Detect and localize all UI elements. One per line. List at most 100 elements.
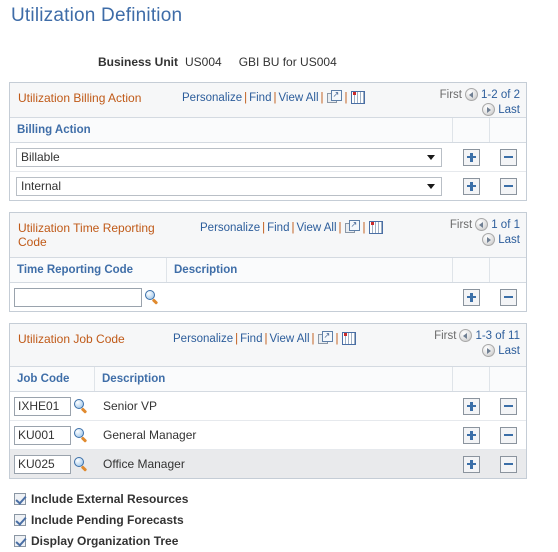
business-unit-description: GBI BU for US004 [238, 55, 337, 69]
link-separator: | [362, 222, 366, 234]
add-row-button[interactable] [463, 455, 480, 473]
delete-row-button[interactable] [499, 426, 517, 444]
link-separator: | [235, 333, 239, 345]
add-row-button[interactable] [463, 397, 480, 415]
cell-add [453, 392, 490, 420]
grid-action-links: Personalize | Find | View All | ↗ | [200, 220, 384, 234]
expand-icon-arrow: ↗ [350, 220, 358, 229]
cell-billing-action: Billable [10, 143, 453, 171]
cell-time-reporting-code [10, 283, 167, 311]
job-code-input[interactable]: KU001 [14, 425, 71, 445]
column-header-delete [490, 367, 526, 391]
delete-row-button[interactable] [499, 288, 517, 306]
add-row-button[interactable] [463, 426, 480, 444]
column-header-billing-action: Billing Action [10, 118, 453, 142]
column-header-row: Time Reporting Code Description [10, 258, 526, 283]
cell-job-code: IXHE01 [10, 392, 95, 420]
link-separator: | [273, 92, 277, 104]
job-code-input[interactable]: KU025 [14, 454, 71, 474]
grid-utilization-time-reporting-code: Utilization Time Reporting Code Personal… [9, 212, 527, 312]
magnifier-handle [81, 407, 88, 414]
job-code-input[interactable]: IXHE01 [14, 396, 71, 416]
find-link[interactable]: Find [267, 222, 289, 234]
billing-action-select[interactable]: Billable [16, 147, 442, 167]
billing-action-select[interactable]: Internal [16, 176, 442, 196]
view-all-link[interactable]: View All [278, 92, 318, 104]
grid-action-links: Personalize | Find | View All | ↗ | [182, 90, 366, 104]
column-header-add [453, 258, 490, 282]
column-header-job-code: Job Code [10, 367, 95, 391]
find-link[interactable]: Find [249, 92, 271, 104]
link-separator: | [320, 92, 324, 104]
checkbox-label: Include External Resources [31, 491, 189, 506]
download-to-spreadsheet-icon[interactable] [368, 221, 383, 234]
first-label: First [439, 89, 462, 101]
download-to-spreadsheet-icon[interactable] [350, 91, 365, 104]
next-arrow-icon[interactable] [482, 233, 496, 246]
last-link[interactable]: Last [498, 104, 520, 116]
table-row [10, 283, 526, 311]
expand-icon-arrow: ↗ [323, 331, 331, 340]
checkbox-label: Display Organization Tree [31, 533, 179, 548]
row-range: 1-3 of 11 [475, 330, 520, 342]
delete-row-button[interactable] [499, 148, 517, 166]
grid-utilization-job-code: Utilization Job Code Personalize | Find | Vi… [9, 323, 527, 479]
cell-job-code: KU025 [10, 450, 95, 478]
previous-arrow-icon[interactable] [465, 88, 478, 101]
column-header-description: Description [167, 258, 453, 282]
add-row-button[interactable] [463, 177, 480, 195]
next-arrow-icon[interactable] [482, 344, 496, 357]
cell-delete [490, 450, 526, 478]
magnifier-lookup-icon[interactable] [145, 290, 159, 305]
expand-window-icon[interactable]: ↗ [317, 331, 333, 345]
checkbox-row-include-pending-forecasts[interactable]: Include Pending Forecasts [14, 510, 414, 529]
next-arrow-icon[interactable] [482, 103, 496, 116]
pager-last-line: Last [400, 233, 520, 248]
spreadsheet-icon-marker [343, 333, 347, 336]
page-title: Utilization Definition [11, 5, 183, 26]
column-header-add [453, 118, 490, 142]
table-row: KU001 General Manager [10, 421, 526, 450]
grid-header: Utilization Job Code Personalize | Find | Vi… [10, 324, 526, 367]
view-all-link[interactable]: View All [269, 333, 309, 345]
chevron-down-icon [427, 155, 435, 160]
business-unit-row: Business Unit US004 GBI BU for US004 [0, 55, 558, 69]
time-reporting-code-input[interactable] [14, 287, 142, 307]
checkbox-display-organization-tree[interactable] [14, 534, 26, 547]
last-link[interactable]: Last [498, 234, 520, 246]
chevron-down-icon [427, 184, 435, 189]
personalize-link[interactable]: Personalize [200, 222, 260, 234]
link-separator: | [262, 222, 266, 234]
expand-window-icon[interactable]: ↗ [326, 90, 342, 104]
grid-title: Utilization Time Reporting Code [18, 221, 155, 249]
checkbox-row-display-organization-tree[interactable]: Display Organization Tree [14, 531, 414, 550]
view-all-link[interactable]: View All [296, 222, 336, 234]
previous-arrow-icon[interactable] [459, 329, 473, 342]
expand-window-icon[interactable]: ↗ [344, 220, 360, 234]
previous-arrow-icon[interactable] [475, 218, 489, 231]
magnifier-lookup-icon[interactable] [74, 428, 88, 443]
personalize-link[interactable]: Personalize [182, 92, 242, 104]
spreadsheet-icon-marker [370, 222, 374, 225]
delete-row-button[interactable] [499, 455, 517, 473]
checkbox-row-include-external-resources[interactable]: Include External Resources [14, 489, 414, 508]
add-row-button[interactable] [463, 288, 480, 306]
magnifier-lookup-icon[interactable] [74, 457, 88, 472]
column-header-time-reporting-code: Time Reporting Code [10, 258, 167, 282]
checkbox-include-pending-forecasts[interactable] [14, 513, 26, 526]
cell-description: Senior VP [103, 399, 158, 413]
billing-action-select-value: Internal [21, 179, 62, 193]
checkbox-label: Include Pending Forecasts [31, 512, 184, 527]
checkbox-include-external-resources[interactable] [14, 492, 26, 505]
cell-add [453, 450, 490, 478]
cell-description [167, 283, 453, 311]
find-link[interactable]: Find [240, 333, 262, 345]
add-row-button[interactable] [463, 148, 480, 166]
personalize-link[interactable]: Personalize [173, 333, 233, 345]
magnifier-lookup-icon[interactable] [74, 399, 88, 414]
delete-row-button[interactable] [499, 177, 517, 195]
last-link[interactable]: Last [498, 345, 520, 357]
delete-row-button[interactable] [499, 397, 517, 415]
download-to-spreadsheet-icon[interactable] [341, 332, 356, 345]
cell-delete [490, 283, 526, 311]
